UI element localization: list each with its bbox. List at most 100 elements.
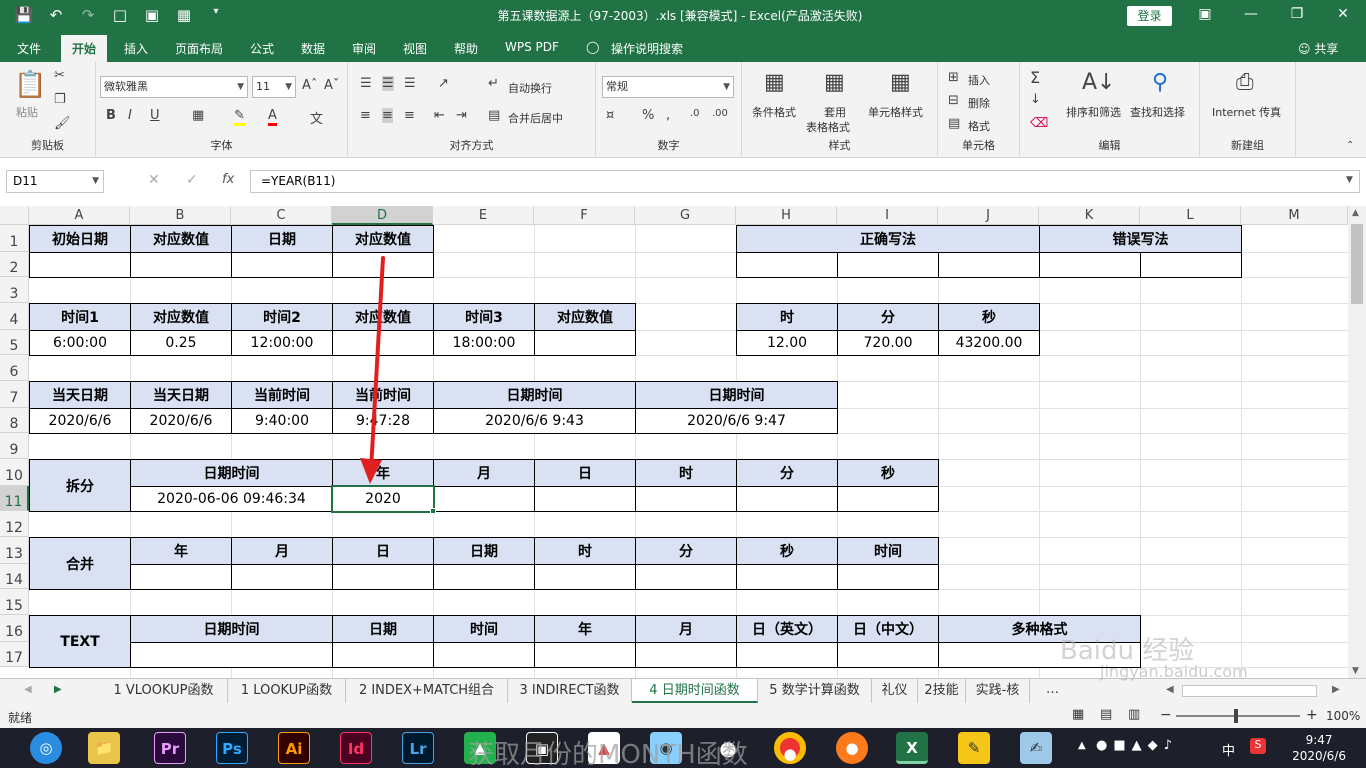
sheet-tab-5[interactable]: 5 数学计算函数 <box>758 679 872 703</box>
cancel-icon[interactable]: ✕ <box>148 172 160 188</box>
sort-filter-button[interactable]: 排序和筛选 <box>1066 104 1121 120</box>
cell-b8[interactable]: 2020/6/6 <box>130 408 232 434</box>
column-header-j[interactable]: J <box>938 206 1039 225</box>
cell-a1[interactable]: 初始日期 <box>29 225 131 253</box>
insert-function-icon[interactable]: fx <box>222 172 234 187</box>
zoom-in-icon[interactable]: + <box>1306 707 1318 723</box>
cell-empty[interactable] <box>1140 252 1242 278</box>
cell-b13[interactable]: 年 <box>130 537 232 565</box>
system-clock[interactable]: 9:47 2020/6/6 <box>1292 732 1346 764</box>
photoshop-icon[interactable]: Ps <box>216 732 248 764</box>
font-size-combo[interactable]: 11 ▼ <box>252 76 296 98</box>
insert-cells-icon[interactable]: ⊞ <box>948 70 959 85</box>
cell-h13[interactable]: 秒 <box>736 537 838 565</box>
cell-empty[interactable] <box>231 564 333 590</box>
cell-d13[interactable]: 日 <box>332 537 434 565</box>
row-header-6[interactable]: 6 <box>0 355 29 381</box>
cell-empty[interactable] <box>332 642 434 668</box>
cell-empty[interactable] <box>635 564 737 590</box>
cell-i4[interactable]: 分 <box>837 303 939 331</box>
column-header-d[interactable]: D <box>332 206 433 225</box>
column-header-l[interactable]: L <box>1140 206 1241 225</box>
cell-h10[interactable]: 分 <box>736 459 838 487</box>
decrease-indent-icon[interactable]: ⇤ <box>434 108 445 123</box>
row-header-11[interactable]: 11 <box>0 486 29 511</box>
format-cells-button[interactable]: 格式 <box>968 118 990 134</box>
cell-i13[interactable]: 时间 <box>837 537 939 565</box>
align-bottom-icon[interactable]: ☰ <box>404 76 416 91</box>
cell-empty[interactable] <box>332 330 434 356</box>
more-sheets-icon[interactable]: … <box>1046 682 1059 697</box>
tab-file[interactable]: 文件 <box>17 40 41 57</box>
sheet-tab-7[interactable]: 2技能 <box>918 679 966 703</box>
align-top-icon[interactable]: ☰ <box>360 76 372 91</box>
cell-b16[interactable]: 日期时间 <box>130 615 333 643</box>
row-header-16[interactable]: 16 <box>0 615 29 642</box>
decrease-decimal-icon[interactable]: .00 <box>712 108 728 119</box>
cell-empty[interactable] <box>837 642 939 668</box>
cell-e13[interactable]: 日期 <box>433 537 535 565</box>
find-select-icon[interactable]: ⚲ <box>1152 70 1168 95</box>
cell-h16[interactable]: 日（英文） <box>736 615 838 643</box>
login-button[interactable]: 登录 <box>1127 6 1172 26</box>
cell-b7[interactable]: 当天日期 <box>130 381 232 409</box>
cell-empty[interactable] <box>635 486 737 512</box>
formula-input[interactable]: =YEAR(B11) <box>250 170 1360 193</box>
cell-a10[interactable]: 拆分 <box>29 459 131 512</box>
cell-a8[interactable]: 2020/6/6 <box>29 408 131 434</box>
save-icon[interactable]: 💾 <box>14 6 34 24</box>
italic-icon[interactable]: I <box>128 108 132 123</box>
format-painter-icon[interactable]: 🖌 <box>54 116 71 131</box>
tab-data[interactable]: 数据 <box>301 40 325 57</box>
font-color-icon[interactable]: A <box>268 108 277 126</box>
cell-g13[interactable]: 分 <box>635 537 737 565</box>
select-all-corner[interactable] <box>0 206 29 225</box>
cell-empty[interactable] <box>130 252 232 278</box>
cell-b11[interactable]: 2020-06-06 09:46:34 <box>130 486 333 512</box>
cell-e7[interactable]: 日期时间 <box>433 381 636 409</box>
cell-h1[interactable]: 正确写法 <box>736 225 1040 253</box>
redo-icon[interactable]: ↷ <box>78 6 98 24</box>
share-button[interactable]: ☺ 共享 <box>1298 40 1338 57</box>
cell-f4[interactable]: 对应数值 <box>534 303 636 331</box>
internet-fax-button[interactable]: Internet 传真 <box>1212 104 1281 120</box>
printer-icon[interactable]: ⎙ <box>1236 70 1254 95</box>
column-header-f[interactable]: F <box>534 206 635 225</box>
sheet-tab-4[interactable]: 4 日期时间函数 <box>632 679 758 703</box>
cell-i10[interactable]: 秒 <box>837 459 939 487</box>
notes-app-icon[interactable]: ✎ <box>958 732 990 764</box>
column-header-k[interactable]: K <box>1039 206 1140 225</box>
row-header-12[interactable]: 12 <box>0 511 29 537</box>
name-box[interactable]: D11 ▼ <box>6 170 104 193</box>
cell-g7[interactable]: 日期时间 <box>635 381 838 409</box>
column-header-b[interactable]: B <box>130 206 231 225</box>
autosum-icon[interactable]: Σ <box>1030 68 1040 87</box>
cell-empty[interactable] <box>534 486 636 512</box>
cell-styles-icon[interactable]: ▦ <box>890 70 911 95</box>
increase-decimal-icon[interactable]: .0 <box>690 108 700 119</box>
cell-k1[interactable]: 错误写法 <box>1039 225 1242 253</box>
page-break-view-icon[interactable]: ▥ <box>1128 707 1140 722</box>
font-name-combo[interactable]: 微软雅黑 ▼ <box>100 76 248 98</box>
cell-empty[interactable] <box>130 564 232 590</box>
align-right-icon[interactable]: ≡ <box>404 108 415 123</box>
cell-empty[interactable] <box>837 252 939 278</box>
indesign-icon[interactable]: Id <box>340 732 372 764</box>
fill-color-icon[interactable]: ✎ <box>234 108 245 126</box>
tab-review[interactable]: 审阅 <box>352 40 376 57</box>
restore-icon[interactable]: ❐ <box>1282 6 1312 22</box>
sheet-tab-8[interactable]: 实践-核 <box>966 679 1030 703</box>
row-header-4[interactable]: 4 <box>0 303 29 330</box>
page-layout-view-icon[interactable]: ▤ <box>1100 707 1112 722</box>
find-select-button[interactable]: 查找和选择 <box>1130 104 1185 120</box>
clear-icon[interactable]: ⌫ <box>1030 116 1048 131</box>
cell-empty[interactable] <box>837 564 939 590</box>
tab-page-layout[interactable]: 页面布局 <box>175 40 223 57</box>
cell-empty[interactable] <box>736 486 838 512</box>
cell-empty[interactable] <box>433 486 535 512</box>
hscroll-right-icon[interactable]: ▶ <box>1332 684 1340 695</box>
cut-icon[interactable]: ✂ <box>54 68 65 83</box>
minimize-icon[interactable]: — <box>1236 6 1266 22</box>
cell-empty[interactable] <box>938 252 1040 278</box>
cell-c8[interactable]: 9:40:00 <box>231 408 333 434</box>
